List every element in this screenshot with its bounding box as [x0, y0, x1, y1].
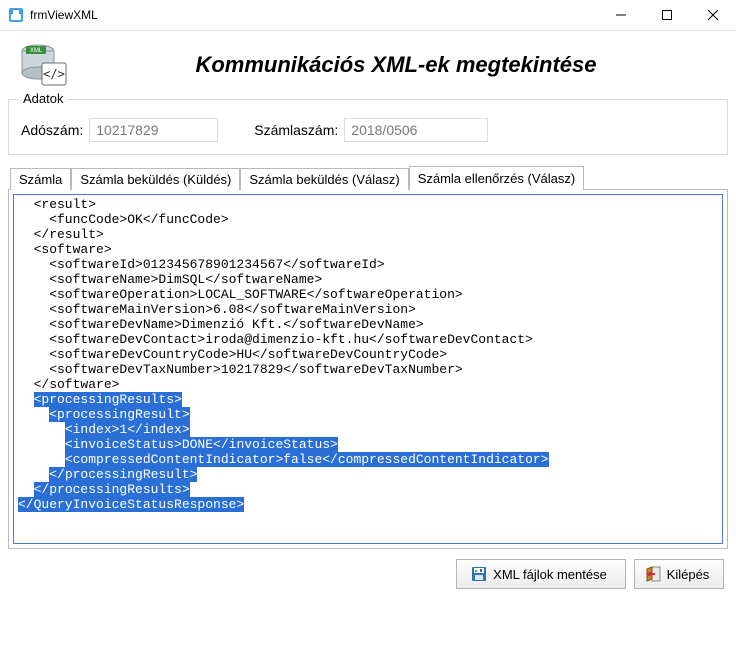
- window-controls: [598, 0, 736, 30]
- xml-viewer[interactable]: <result> <funcCode>OK</funcCode> </resul…: [13, 194, 723, 544]
- floppy-icon: [471, 566, 487, 582]
- invoice-number-input[interactable]: [344, 118, 488, 142]
- page-header: XML </> Kommunikációs XML-ek megtekintés…: [0, 31, 736, 95]
- tax-number-label: Adószám:: [21, 122, 83, 138]
- page-title: Kommunikációs XML-ek megtekintése: [72, 52, 720, 78]
- tab-3[interactable]: Számla ellenőrzés (Válasz): [409, 166, 585, 190]
- exit-icon: [645, 566, 661, 582]
- tab-0[interactable]: Számla: [10, 168, 71, 190]
- tab-1[interactable]: Számla beküldés (Küldés): [71, 168, 240, 190]
- window-title: frmViewXML: [30, 8, 98, 22]
- svg-text:XML: XML: [30, 48, 43, 54]
- app-icon: [8, 7, 24, 23]
- tab-strip: SzámlaSzámla beküldés (Küldés)Számla bek…: [8, 165, 728, 189]
- groupbox-legend: Adatok: [19, 91, 67, 106]
- svg-text:</>: </>: [43, 67, 65, 81]
- tax-number-input[interactable]: [89, 118, 218, 142]
- maximize-button[interactable]: [644, 0, 690, 30]
- logo-icon: XML </>: [16, 41, 72, 89]
- data-groupbox: Adatok Adószám: Számlaszám:: [8, 99, 728, 155]
- invoice-number-label: Számlaszám:: [254, 122, 338, 138]
- exit-button[interactable]: Kilépés: [634, 559, 724, 589]
- footer-buttons: XML fájlok mentése Kilépés: [0, 549, 736, 599]
- save-xml-label: XML fájlok mentése: [493, 567, 607, 582]
- tab-2[interactable]: Számla beküldés (Válasz): [240, 168, 408, 190]
- close-button[interactable]: [690, 0, 736, 30]
- tab-panel: <result> <funcCode>OK</funcCode> </resul…: [8, 189, 728, 549]
- save-xml-button[interactable]: XML fájlok mentése: [456, 559, 626, 589]
- minimize-button[interactable]: [598, 0, 644, 30]
- exit-label: Kilépés: [667, 567, 710, 582]
- xml-content: <result> <funcCode>OK</funcCode> </resul…: [14, 195, 722, 514]
- titlebar: frmViewXML: [0, 0, 736, 31]
